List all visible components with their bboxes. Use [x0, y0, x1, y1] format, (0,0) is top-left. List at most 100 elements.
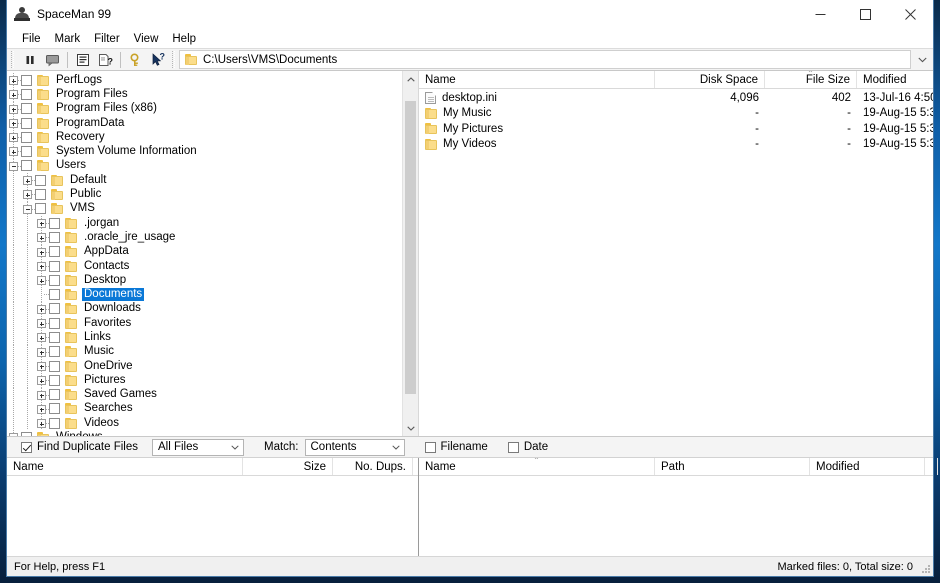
tree-node[interactable]: Searches [7, 401, 402, 417]
tree-expander-plus-icon[interactable] [35, 330, 49, 345]
file-column-modified[interactable]: Modified [857, 71, 940, 88]
file-list-header[interactable]: Name Disk Space ⌃ File Size Modified [419, 71, 933, 89]
tree-node[interactable]: VMS [7, 201, 402, 217]
file-list-body[interactable]: desktop.ini 4,096 402 13-Jul-16 4:50:02 PM M… [419, 89, 933, 436]
tree-node-checkbox[interactable] [49, 374, 60, 386]
comment-button[interactable] [42, 50, 63, 70]
tree-node-label[interactable]: PerfLogs [54, 74, 104, 87]
tree-node[interactable]: Pictures [7, 373, 402, 388]
tree-node-checkbox[interactable] [49, 403, 60, 415]
tree-expander-plus-icon[interactable] [35, 215, 49, 231]
tree-node-checkbox[interactable] [21, 117, 32, 129]
tree-node-checkbox[interactable] [49, 217, 60, 229]
toolbar-grip[interactable] [11, 51, 14, 68]
file-list-row[interactable]: desktop.ini 4,096 402 13-Jul-16 4:50:02 PM [419, 90, 933, 106]
tree-node-label[interactable]: VMS [68, 202, 97, 215]
resize-grip-icon[interactable] [919, 562, 931, 574]
tree-node-checkbox[interactable] [49, 331, 60, 343]
tree-node-label[interactable]: Contacts [82, 260, 131, 273]
tree-node-label[interactable]: Saved Games [82, 388, 159, 401]
tree-node[interactable]: Users [7, 158, 402, 174]
tree-node[interactable]: Default [7, 173, 402, 188]
scroll-down-button[interactable] [403, 420, 418, 436]
tree-node-label[interactable]: Links [82, 331, 113, 344]
scroll-track[interactable] [403, 87, 418, 420]
tree-expander-plus-icon[interactable] [35, 301, 49, 317]
tree-node-label[interactable]: Windows [54, 431, 105, 436]
tree-expander-plus-icon[interactable] [21, 187, 35, 202]
menu-mark[interactable]: Mark [48, 32, 88, 46]
tree-expander-minus-icon[interactable] [21, 201, 35, 216]
tree-expander-plus-icon[interactable] [7, 87, 21, 102]
tree-node-checkbox[interactable] [21, 131, 32, 143]
address-bar[interactable]: C:\Users\VMS\Documents [179, 50, 911, 69]
tree-node[interactable]: ProgramData [7, 115, 402, 131]
tree-node[interactable]: .jorgan [7, 215, 402, 231]
tree-node-checkbox[interactable] [49, 274, 60, 286]
tree-node-checkbox[interactable] [35, 203, 46, 215]
properties-button[interactable]: ? [95, 50, 116, 70]
tree-node-label[interactable]: AppData [82, 245, 131, 258]
tree-node[interactable]: Public [7, 187, 402, 202]
tree-node-label[interactable]: Program Files [54, 88, 130, 101]
tree-node-label[interactable]: Videos [82, 417, 121, 430]
dup-group-column-name[interactable]: Name [7, 458, 243, 475]
tree-node-checkbox[interactable] [35, 189, 46, 201]
maximize-button[interactable] [843, 0, 888, 29]
tree-node-checkbox[interactable] [21, 103, 32, 115]
tree-expander-plus-icon[interactable] [7, 430, 21, 436]
tree-node-label[interactable]: Favorites [82, 317, 133, 330]
tree-node-checkbox[interactable] [49, 346, 60, 358]
tree-node-label[interactable]: Desktop [82, 274, 128, 287]
match-filename-checkbox[interactable]: Filename [424, 441, 488, 453]
tree-node-label[interactable]: Default [68, 174, 108, 187]
tree-node-label[interactable]: Recovery [54, 131, 107, 144]
tree-node-checkbox[interactable] [49, 417, 60, 429]
tree-node-label[interactable]: Users [54, 159, 88, 172]
match-mode-select[interactable]: Contents [304, 438, 405, 456]
tree-node-checkbox[interactable] [49, 389, 60, 401]
tree-node[interactable]: Program Files (x86) [7, 101, 402, 116]
tree-expander-plus-icon[interactable] [35, 401, 49, 417]
tree-node[interactable]: Contacts [7, 258, 402, 274]
tree-node-label[interactable]: Downloads [82, 302, 143, 315]
tree-expander-plus-icon[interactable] [35, 373, 49, 388]
address-dropdown-button[interactable] [913, 57, 931, 63]
tree-vertical-scrollbar[interactable] [402, 71, 418, 436]
menu-help[interactable]: Help [165, 32, 203, 46]
menu-file[interactable]: File [15, 32, 48, 46]
tree-node[interactable]: Documents [7, 287, 402, 303]
tree-node-checkbox[interactable] [21, 88, 32, 100]
tree-node-label[interactable]: ProgramData [54, 117, 126, 130]
duplicate-groups-body[interactable] [7, 476, 418, 556]
tree-node-checkbox[interactable] [49, 231, 60, 243]
tree-node[interactable]: Recovery [7, 130, 402, 145]
match-date-checkbox[interactable]: Date [507, 441, 548, 453]
tree-node-checkbox[interactable] [21, 160, 32, 172]
tree-expander-plus-icon[interactable] [35, 273, 49, 288]
file-list-row[interactable]: My Videos--19-Aug-15 5:32:08 PM [419, 137, 933, 153]
file-type-filter-select[interactable]: All Files [151, 438, 244, 456]
tree-node-checkbox[interactable] [35, 174, 46, 186]
tree-node[interactable]: PerfLogs [7, 73, 402, 88]
tree-node-checkbox[interactable] [49, 246, 60, 258]
scroll-up-button[interactable] [403, 71, 418, 87]
tree-node[interactable]: Music [7, 344, 402, 360]
menu-filter[interactable]: Filter [87, 32, 127, 46]
tree-node-checkbox[interactable] [21, 74, 32, 86]
tree-node[interactable]: Program Files [7, 87, 402, 102]
file-list-row[interactable]: My Music--19-Aug-15 5:32:08 PM [419, 106, 933, 122]
tree-expander-plus-icon[interactable] [35, 416, 49, 431]
tree-expander-plus-icon[interactable] [35, 316, 49, 331]
tree-node-checkbox[interactable] [49, 317, 60, 329]
folder-tree[interactable]: PerfLogs Program Files Program Files (x86)… [7, 71, 402, 436]
tree-node-label[interactable]: Program Files (x86) [54, 102, 159, 115]
tree-node[interactable]: Favorites [7, 316, 402, 331]
tree-node-checkbox[interactable] [49, 360, 60, 372]
tree-node-checkbox[interactable] [49, 260, 60, 272]
tree-node[interactable]: Windows [7, 430, 402, 436]
tree-node-label[interactable]: Pictures [82, 374, 128, 387]
tree-node-label[interactable]: .jorgan [82, 217, 121, 230]
tree-node[interactable]: Links [7, 330, 402, 345]
context-help-button[interactable]: ? [148, 50, 169, 70]
